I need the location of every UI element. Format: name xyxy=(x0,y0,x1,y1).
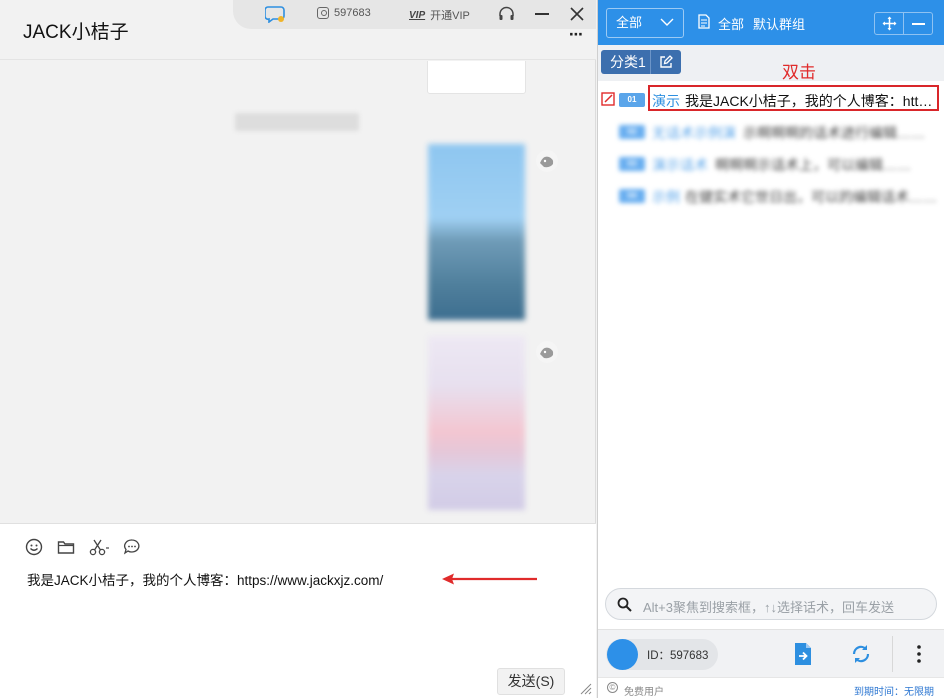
filter-default-group[interactable]: 默认群组 xyxy=(753,14,805,33)
bubble-icon[interactable] xyxy=(123,538,141,556)
expiry-link[interactable]: 到期时间：无限期 xyxy=(854,683,934,698)
window-controls xyxy=(874,12,933,35)
minimize-button[interactable] xyxy=(535,13,549,15)
account-id: ID：597683 xyxy=(647,650,709,662)
emoji-icon[interactable] xyxy=(25,538,43,556)
chevron-down-icon xyxy=(660,18,674,26)
item-number: 02 xyxy=(619,125,645,139)
annotation-arrow xyxy=(442,573,537,585)
bottom-toolbar: ID：597683 xyxy=(598,629,944,677)
list-item[interactable]: 01 演示 我是JACK小桔子，我的个人博客：htt… xyxy=(598,84,944,116)
filter-all[interactable]: 全部 xyxy=(718,14,744,33)
item-tag: 演示话术 xyxy=(652,157,708,173)
vip-button[interactable]: VIP 开通VIP xyxy=(409,7,470,23)
annotation-double-click: 双击 xyxy=(782,63,816,82)
resize-grip-icon[interactable] xyxy=(578,681,592,695)
chat-title: JACK小桔子 xyxy=(23,22,129,43)
edit-category-button[interactable] xyxy=(649,50,681,74)
folder-icon[interactable] xyxy=(57,538,75,556)
edit-icon xyxy=(660,55,673,68)
category-bar: 分类1 xyxy=(598,45,944,81)
message-timestamp xyxy=(235,113,359,131)
item-number: 03 xyxy=(619,157,645,171)
vip-label: 开通VIP xyxy=(430,10,470,22)
avatar[interactable] xyxy=(535,340,559,364)
search-icon xyxy=(617,597,632,612)
move-icon xyxy=(882,16,897,31)
phrase-list: 01 演示 我是JACK小桔子，我的个人博客：htt… 02 无话术示例演 示啊… xyxy=(598,84,944,212)
category-tab-label: 分类1 xyxy=(601,50,650,74)
vip-icon: VIP xyxy=(409,9,426,21)
list-item[interactable]: 03 演示话术 啊啊啊示话术上，可以编辑…… xyxy=(598,148,944,180)
scissors-icon[interactable] xyxy=(89,538,111,556)
send-button[interactable]: 发送(S) xyxy=(497,668,565,695)
user-id: 597683 xyxy=(334,7,371,19)
avatar xyxy=(607,639,638,670)
chat-window: JACK小桔子 ⋯ 597683 VIP 开通VIP 我是JACK小桔子，我的个… xyxy=(0,0,596,698)
avatar[interactable] xyxy=(535,149,559,173)
item-text: 示啊啊啊的话术进行编辑…… xyxy=(743,125,925,141)
message-image[interactable] xyxy=(428,144,525,320)
more-vertical-icon[interactable] xyxy=(908,643,930,665)
list-item[interactable]: 02 无话术示例演 示啊啊啊的话术进行编辑…… xyxy=(598,116,944,148)
account-badge[interactable]: ID：597683 xyxy=(606,639,718,670)
export-file-icon[interactable] xyxy=(792,642,814,666)
panel-header: 全部 全部 默认群组 xyxy=(598,0,944,45)
edit-icon[interactable] xyxy=(601,92,615,106)
item-number: 04 xyxy=(619,189,645,203)
copyright-icon: © xyxy=(607,682,618,693)
top-toolbar: 597683 VIP 开通VIP xyxy=(233,0,596,29)
headset-icon[interactable] xyxy=(498,6,515,22)
refresh-icon[interactable] xyxy=(850,642,872,666)
chat-bubble-icon[interactable] xyxy=(265,5,287,23)
scope-dropdown-value: 全部 xyxy=(616,15,643,30)
message-bubble xyxy=(427,61,526,94)
item-tag: 无话术示例演 xyxy=(652,125,736,141)
message-list[interactable] xyxy=(0,61,596,523)
message-input[interactable]: 我是JACK小桔子，我的个人博客：https://www.jackxjz.com… xyxy=(27,569,383,589)
list-item[interactable]: 04 示例 在健实术它世日出，可以的编辑话术…… xyxy=(598,180,944,212)
minus-icon xyxy=(912,23,925,25)
collapse-button[interactable] xyxy=(904,13,932,34)
scope-dropdown[interactable]: 全部 xyxy=(606,8,684,38)
quick-reply-panel: 全部 全部 默认群组 分类1 双击 01 演示 我是JACK小桔子，我的个人博客… xyxy=(597,0,944,698)
search-box[interactable]: Alt+3聚焦到搜索框，↑↓选择话术，回车发送 xyxy=(605,588,937,620)
document-icon xyxy=(698,14,710,29)
account-type: 免费用户 xyxy=(624,687,664,698)
message-image[interactable] xyxy=(428,336,525,510)
item-tag: 示例 xyxy=(652,189,680,205)
tab-category-1[interactable]: 分类1 xyxy=(601,50,681,74)
message-composer: 我是JACK小桔子，我的个人博客：https://www.jackxjz.com… xyxy=(0,523,596,698)
item-text: 在健实术它世日出，可以的编辑话术…… xyxy=(685,189,937,205)
item-text: 啊啊啊示话术上，可以编辑…… xyxy=(715,157,911,173)
move-button[interactable] xyxy=(875,13,904,34)
status-footer: © 免费用户 到期时间：无限期 xyxy=(598,677,944,698)
search-input[interactable]: Alt+3聚焦到搜索框，↑↓选择话术，回车发送 xyxy=(643,597,894,616)
item-number: 01 xyxy=(619,93,645,107)
divider xyxy=(892,636,893,672)
user-icon xyxy=(317,7,329,19)
highlight-box xyxy=(648,85,939,111)
user-id-badge[interactable]: 597683 xyxy=(317,7,371,19)
close-icon[interactable] xyxy=(569,6,585,22)
